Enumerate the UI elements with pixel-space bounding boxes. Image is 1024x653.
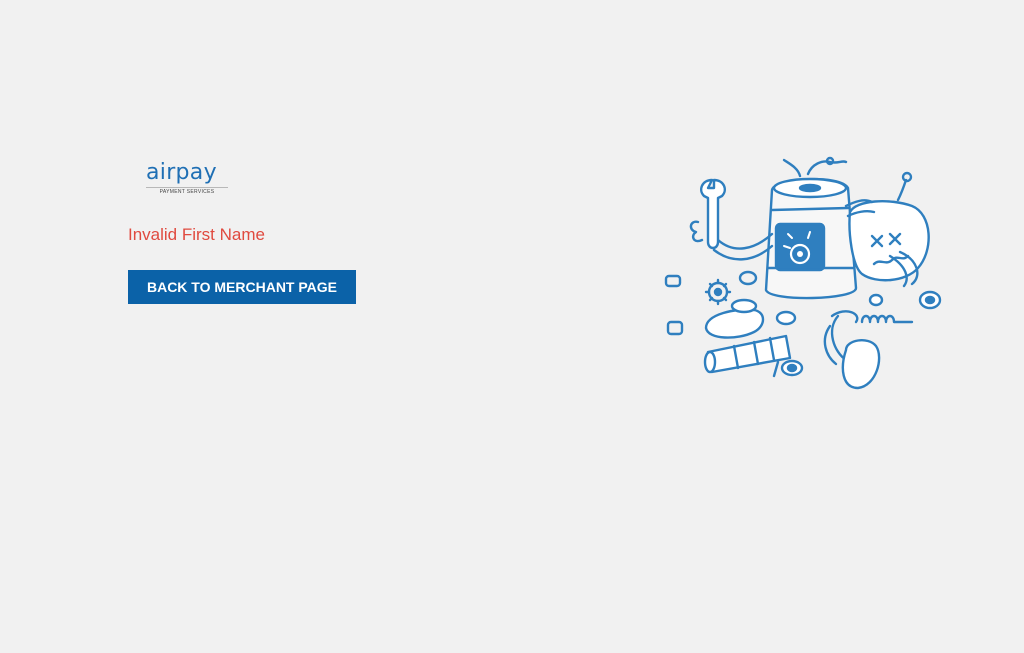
logo-tagline: PAYMENT SERVICES [159, 189, 215, 195]
logo-wordmark: airpay [146, 160, 217, 185]
logo-divider [146, 187, 228, 188]
airpay-logo: airpay PAYMENT SERVICES [144, 160, 230, 200]
back-to-merchant-button[interactable]: BACK TO MERCHANT PAGE [128, 270, 356, 304]
error-message: Invalid First Name [128, 225, 265, 244]
broken-robot-icon [650, 150, 960, 400]
